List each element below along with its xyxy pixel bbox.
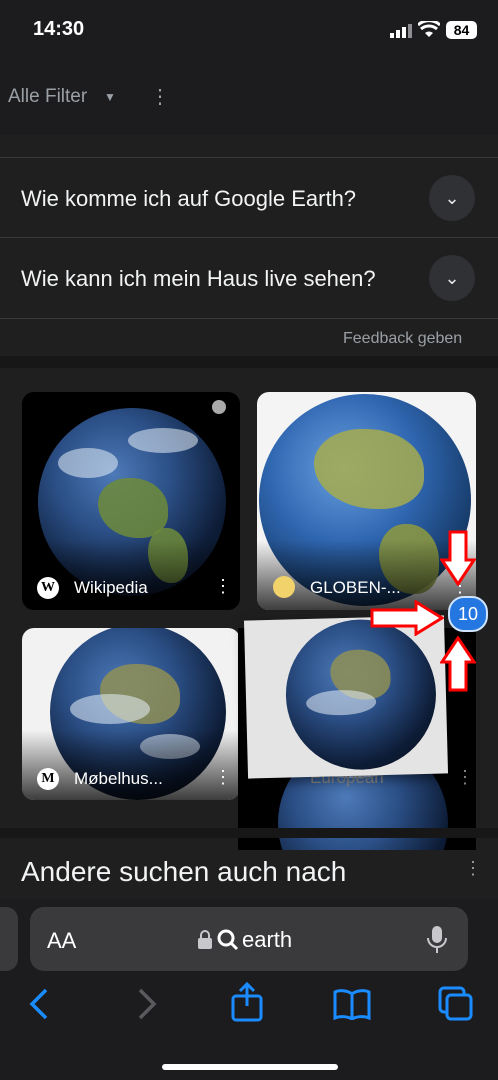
- previous-tab-preview[interactable]: [0, 907, 18, 971]
- chevron-down-icon[interactable]: ⌄: [429, 255, 475, 301]
- more-vert-icon[interactable]: ⋮: [150, 84, 170, 109]
- microphone-icon[interactable]: [426, 925, 448, 960]
- arrow-right-icon: [370, 599, 445, 641]
- search-icon: [217, 929, 239, 956]
- reader-settings-button[interactable]: AA: [47, 928, 76, 954]
- wikipedia-icon: W: [37, 577, 59, 599]
- image-source-label: Wikipedia: [74, 578, 148, 597]
- section-title: Andere suchen auch nach: [21, 856, 347, 887]
- more-vert-icon[interactable]: ⋮: [214, 576, 232, 597]
- cell-signal-icon: [390, 24, 412, 43]
- url-text[interactable]: earth: [242, 927, 292, 953]
- arrow-down-icon: [439, 530, 477, 591]
- more-vert-icon[interactable]: ⋮: [464, 858, 482, 879]
- moebelhus-icon: M: [37, 768, 59, 790]
- image-source-label: Møbelhus...: [74, 769, 163, 788]
- battery-indicator: 84: [446, 21, 477, 39]
- forward-icon[interactable]: [134, 986, 160, 1027]
- faq-question[interactable]: Wie kann ich mein Haus live sehen?: [21, 266, 376, 292]
- wifi-icon: [416, 19, 442, 44]
- feedback-link[interactable]: Feedback geben: [343, 330, 462, 348]
- image-source-label: GLOBEN-...: [310, 578, 401, 597]
- tabs-icon[interactable]: [438, 986, 474, 1027]
- home-indicator: [162, 1064, 338, 1070]
- lock-icon: [197, 930, 213, 955]
- count-badge: 10: [448, 596, 488, 632]
- all-filters-button[interactable]: Alle Filter: [8, 86, 87, 108]
- divider: [0, 318, 498, 319]
- chevron-down-icon[interactable]: ⌄: [429, 175, 475, 221]
- moon-image: [212, 400, 226, 414]
- back-icon[interactable]: [26, 986, 52, 1027]
- arrow-up-icon: [439, 635, 477, 697]
- bookmarks-icon[interactable]: [333, 988, 371, 1025]
- status-time: 14:30: [33, 18, 85, 40]
- faq-question[interactable]: Wie komme ich auf Google Earth?: [21, 186, 356, 212]
- share-icon[interactable]: [230, 981, 264, 1027]
- section-divider: [0, 828, 498, 838]
- image-result-card[interactable]: W Wikipedia ⋮: [22, 392, 240, 610]
- section-divider: [0, 356, 498, 368]
- image-result-card[interactable]: M Møbelhus... ⋮: [22, 628, 240, 800]
- more-vert-icon[interactable]: ⋮: [214, 767, 232, 788]
- globen-site-icon: [273, 576, 295, 598]
- more-vert-icon[interactable]: ⋮: [456, 767, 474, 788]
- caret-down-icon[interactable]: ▼: [104, 90, 116, 104]
